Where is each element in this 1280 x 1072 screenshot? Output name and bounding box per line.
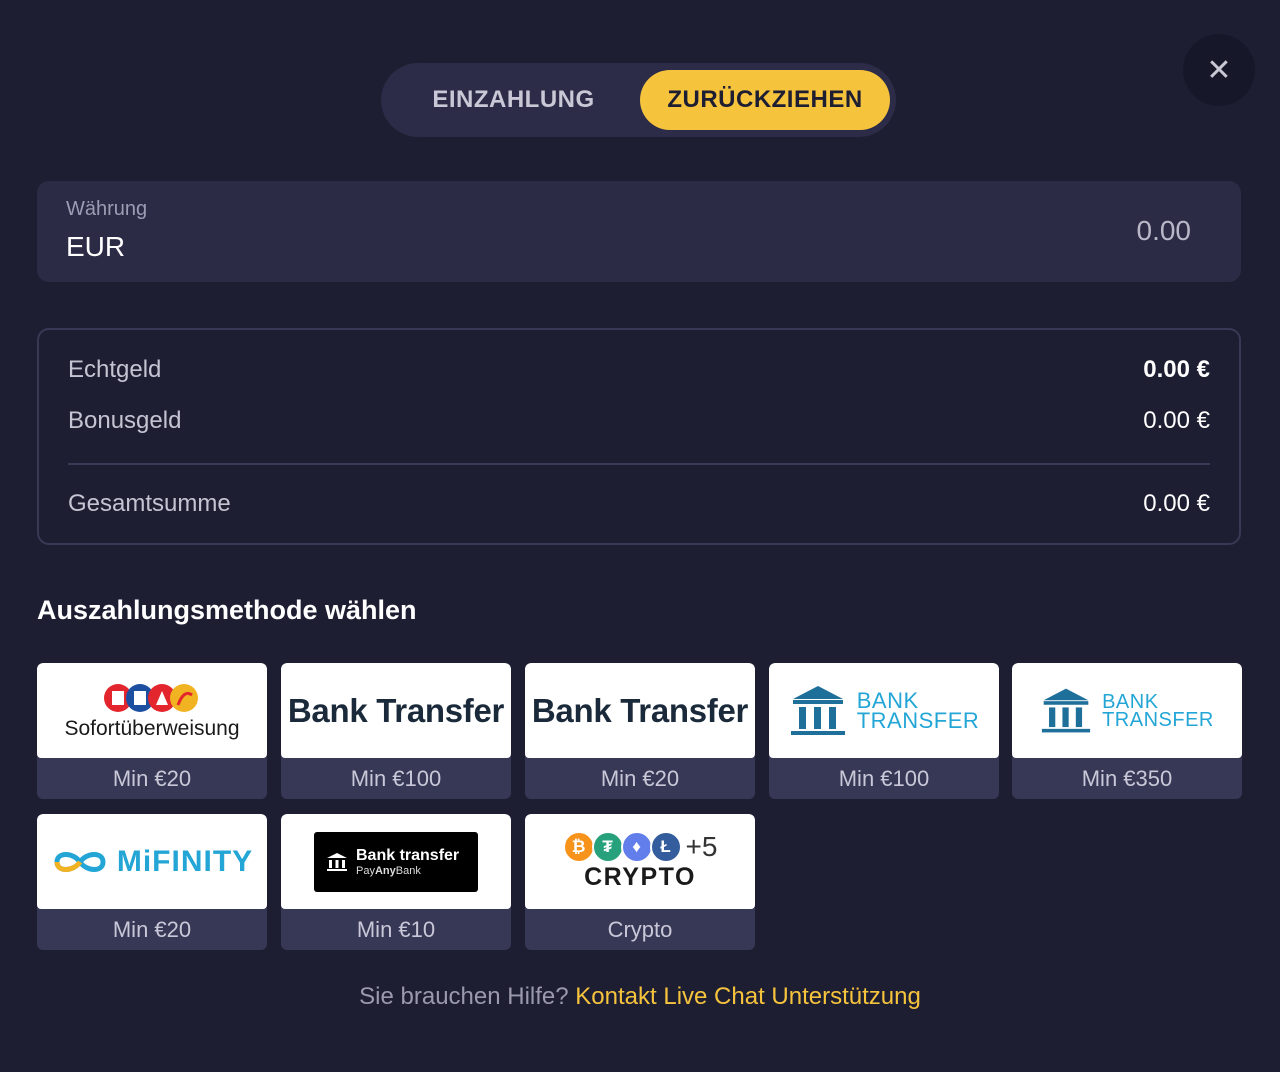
total-value: 0.00 €	[1143, 490, 1210, 517]
tab-deposit[interactable]: EINZAHLUNG	[387, 70, 640, 130]
method-crypto[interactable]: ₿ ₮ ♦ Ł +5 CRYPTO Crypto	[525, 814, 755, 950]
method-logo: Sofortüberweisung	[37, 663, 267, 758]
method-mifinity[interactable]: MiFINITY Min €20	[37, 814, 267, 950]
method-name: Bank Transfer	[531, 691, 749, 729]
infinity-icon	[54, 851, 106, 872]
tether-icon: ₮	[591, 831, 624, 863]
method-name-line1: BANK	[1102, 690, 1159, 713]
bank-building-icon	[1041, 688, 1091, 732]
method-bank-transfer-2[interactable]: Bank Transfer Min €20	[525, 663, 755, 799]
balance-row-total: Gesamtsumme 0.00 €	[68, 490, 1210, 518]
divider	[68, 463, 1210, 465]
method-logo: MiFINITY	[37, 814, 267, 909]
method-min: Min €20	[600, 765, 680, 791]
bitcoin-icon: ₿	[562, 831, 595, 863]
method-bank-transfer-1[interactable]: Bank Transfer Min €100	[281, 663, 511, 799]
method-logo: Bank transfer PayAnyBank	[281, 814, 511, 909]
balance-row-bonus: Bonusgeld 0.00 €	[68, 407, 1210, 435]
method-name-line2: TRANSFER	[1102, 708, 1214, 731]
method-min: Min €20	[112, 765, 192, 791]
method-min: Min €10	[356, 916, 436, 942]
method-payanybank[interactable]: Bank transfer PayAnyBank Min €10	[281, 814, 511, 950]
method-min: Min €350	[1081, 765, 1173, 791]
balance-value: 0.00 €	[1143, 356, 1210, 383]
method-subtitle: PayAnyBank	[356, 864, 421, 877]
method-sofort[interactable]: Sofortüberweisung Min €20	[37, 663, 267, 799]
method-logo: ₿ ₮ ♦ Ł +5 CRYPTO	[525, 814, 755, 909]
method-name: Bank transfer	[356, 846, 460, 864]
currency-selector[interactable]: Währung EUR 0.00	[37, 181, 1241, 282]
ethereum-icon: ♦	[620, 831, 653, 863]
method-min: Crypto	[607, 916, 673, 942]
total-label: Gesamtsumme	[68, 490, 231, 517]
method-logo: Bank Transfer	[281, 663, 511, 758]
more-coins-count: +5	[685, 831, 718, 862]
method-name: Bank Transfer	[287, 691, 505, 729]
tab-withdraw[interactable]: ZURÜCKZIEHEN	[640, 70, 890, 130]
currency-value: EUR	[66, 231, 126, 262]
balance-value: 0.00 €	[1143, 407, 1210, 434]
method-name: CRYPTO	[584, 863, 696, 891]
balance-label: Bonusgeld	[68, 407, 182, 434]
balance-summary: Echtgeld 0.00 € Bonusgeld 0.00 € Gesamts…	[37, 328, 1241, 545]
method-logo: BANK TRANSFER	[1012, 663, 1242, 758]
method-name: Sofortüberweisung	[64, 716, 240, 740]
balance-row-real: Echtgeld 0.00 €	[68, 356, 1210, 384]
close-icon: ✕	[1206, 53, 1232, 87]
method-bank-transfer-4[interactable]: BANK TRANSFER Min €350	[1012, 663, 1242, 799]
deposit-withdraw-tabs: EINZAHLUNG ZURÜCKZIEHEN	[381, 63, 896, 137]
method-min: Min €100	[350, 765, 442, 791]
help-line: Sie brauchen Hilfe? Kontakt Live Chat Un…	[0, 983, 1280, 1011]
sofort-logo-icon	[103, 683, 198, 712]
help-question: Sie brauchen Hilfe?	[359, 983, 569, 1010]
section-title: Auszahlungsmethode wählen	[37, 595, 417, 625]
litecoin-icon: Ł	[649, 831, 682, 863]
method-logo: BANK TRANSFER	[769, 663, 999, 758]
bank-building-icon	[790, 685, 845, 735]
method-name-line2: TRANSFER	[856, 707, 980, 733]
balance-label: Echtgeld	[68, 356, 162, 383]
live-chat-link[interactable]: Kontakt Live Chat Unterstützung	[575, 983, 921, 1010]
method-min: Min €20	[112, 916, 192, 942]
currency-label: Währung	[66, 198, 148, 220]
method-logo: Bank Transfer	[525, 663, 755, 758]
method-name: MiFINITY	[116, 844, 254, 878]
currency-amount: 0.00	[1136, 215, 1192, 246]
method-min: Min €100	[838, 765, 930, 791]
close-button[interactable]: ✕	[1183, 34, 1255, 106]
method-bank-transfer-3[interactable]: BANK TRANSFER Min €100	[769, 663, 999, 799]
bank-building-icon	[327, 852, 347, 871]
